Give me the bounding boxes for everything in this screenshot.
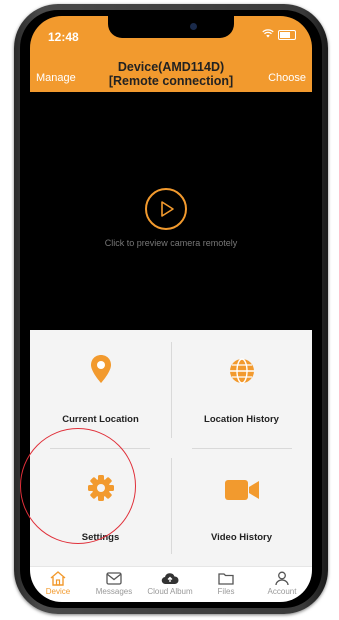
preview-hint: Click to preview camera remotely — [104, 238, 238, 248]
current-location-label: Current Location — [62, 414, 139, 425]
current-location-button[interactable]: Current Location — [30, 330, 171, 448]
tab-files-label: Files — [217, 587, 235, 596]
device-name: Device(AMD114D) — [117, 60, 225, 74]
folder-icon — [198, 569, 254, 587]
tab-files[interactable]: Files — [198, 569, 254, 596]
connection-status: [Remote connection] — [108, 74, 234, 88]
tab-cloud-album[interactable]: Cloud Album — [142, 569, 198, 596]
location-history-button[interactable]: Location History — [171, 330, 312, 448]
play-icon — [161, 201, 174, 217]
phone-notch — [108, 16, 234, 38]
envelope-icon — [86, 569, 142, 587]
camera-preview-area[interactable]: Click to preview camera remotely — [30, 92, 312, 330]
settings-highlight-circle — [20, 428, 136, 544]
tab-device[interactable]: Device — [30, 569, 86, 596]
location-history-label: Location History — [204, 414, 279, 425]
bottom-tab-bar: Device Messages Cloud Album Files Accoun… — [30, 566, 312, 602]
play-button[interactable] — [145, 188, 187, 230]
person-icon — [254, 569, 310, 587]
location-pin-icon — [30, 354, 171, 389]
tab-account-label: Account — [267, 587, 297, 596]
cloud-icon — [142, 569, 198, 587]
video-history-button[interactable]: Video History — [171, 448, 312, 566]
wifi-icon — [262, 29, 274, 41]
video-history-label: Video History — [210, 532, 273, 543]
tab-device-label: Device — [45, 587, 71, 596]
device-title: Device(AMD114D) [Remote connection] — [90, 60, 252, 88]
front-camera — [190, 23, 197, 30]
home-icon — [30, 569, 86, 587]
status-icons — [262, 29, 296, 41]
globe-icon — [171, 358, 312, 389]
tab-account[interactable]: Account — [254, 569, 310, 596]
tab-cloud-album-label: Cloud Album — [147, 587, 193, 596]
battery-icon — [278, 30, 296, 40]
tab-messages[interactable]: Messages — [86, 569, 142, 596]
manage-button[interactable]: Manage — [36, 72, 76, 84]
tab-messages-label: Messages — [95, 587, 133, 596]
video-camera-icon — [171, 480, 312, 505]
choose-button[interactable]: Choose — [268, 72, 306, 84]
status-time: 12:48 — [48, 30, 79, 44]
